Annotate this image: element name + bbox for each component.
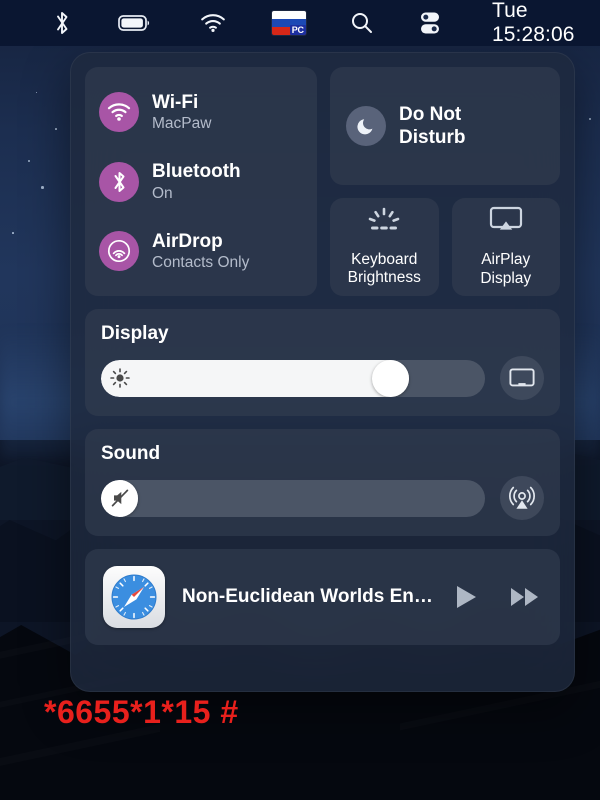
control-center-top-row: Wi-Fi MacPaw Bluetooth On AirDrop Contac…	[85, 67, 560, 297]
toggle-subtitle: Contacts Only	[152, 254, 250, 272]
airdrop-icon	[99, 231, 139, 272]
toggle-subtitle: MacPaw	[152, 114, 212, 132]
toggle-bluetooth[interactable]: Bluetooth On	[99, 153, 303, 211]
dnd-line-1: Do Not	[399, 103, 462, 125]
control-center-panel: Wi-Fi MacPaw Bluetooth On AirDrop Contac…	[70, 52, 575, 692]
overlay-code-text: *6655*1*15 #	[44, 694, 239, 730]
quick-tiles-row: Keyboard Brightness AirPlay Display	[330, 198, 560, 297]
bluetooth-icon	[99, 161, 139, 202]
do-not-disturb-card[interactable]: Do Not Disturb	[330, 67, 560, 185]
star	[28, 160, 30, 162]
wifi-icon[interactable]	[196, 0, 230, 46]
toggle-title: Bluetooth	[152, 161, 241, 183]
search-icon[interactable]	[346, 0, 378, 46]
control-center-right-column: Do Not Disturb Keyboard Brightness AirPl…	[330, 67, 560, 297]
airplay-display-tile[interactable]: AirPlay Display	[451, 198, 560, 297]
tile-line-1: AirPlay	[481, 251, 531, 268]
star	[12, 232, 14, 234]
menu-bar: РС Tue 15:28:06	[0, 0, 600, 46]
speaker-mute-icon	[111, 489, 128, 507]
flag-stripe-white	[272, 11, 306, 19]
input-source-label: РС	[289, 25, 306, 35]
toggle-subtitle: On	[152, 184, 173, 202]
tile-line-2: Brightness	[347, 269, 421, 287]
sound-volume-slider[interactable]	[101, 479, 485, 517]
moon-icon	[346, 106, 386, 146]
fast-forward-button[interactable]	[508, 580, 542, 614]
bluetooth-icon[interactable]	[48, 0, 76, 46]
connectivity-card: Wi-Fi MacPaw Bluetooth On AirDrop Contac…	[85, 67, 317, 297]
tile-line-1: Keyboard	[351, 250, 418, 268]
control-center-icon[interactable]	[414, 0, 446, 46]
battery-icon[interactable]	[114, 0, 156, 46]
fast-forward-icon	[511, 588, 538, 607]
star	[41, 186, 44, 189]
sound-card: Sound	[85, 429, 560, 537]
play-icon	[457, 586, 476, 609]
now-playing-title: Non-Euclidean Worlds En…	[182, 586, 432, 608]
display-card: Display	[85, 309, 560, 417]
display-brightness-slider[interactable]	[101, 359, 485, 397]
screen-mirroring-icon	[509, 368, 535, 387]
toggle-airdrop[interactable]: AirDrop Contacts Only	[99, 222, 303, 280]
tile-line-2: Display	[480, 269, 532, 287]
toggle-title: AirDrop	[152, 230, 223, 252]
play-button[interactable]	[449, 580, 483, 614]
brightness-icon	[110, 368, 130, 388]
menubar-clock[interactable]: Tue 15:28:06	[492, 0, 600, 47]
toggle-wifi[interactable]: Wi-Fi MacPaw	[99, 83, 303, 141]
slider-knob[interactable]	[371, 359, 409, 397]
airplay-audio-icon	[509, 486, 535, 509]
safari-icon[interactable]	[103, 566, 165, 629]
sound-title: Sound	[101, 443, 161, 465]
now-playing-card: Non-Euclidean Worlds En…	[85, 549, 560, 646]
input-source-flag-icon[interactable]: РС	[268, 0, 310, 46]
wifi-icon	[99, 92, 139, 132]
airplay-display-label: AirPlay Display	[480, 251, 531, 288]
toggle-title: Wi-Fi	[152, 91, 199, 113]
screen-mirroring-button[interactable]	[500, 356, 544, 401]
keyboard-brightness-icon	[367, 207, 401, 238]
slider-fill	[101, 359, 409, 397]
keyboard-brightness-tile[interactable]: Keyboard Brightness	[330, 198, 439, 297]
star	[589, 118, 591, 120]
airplay-audio-button[interactable]	[500, 476, 544, 521]
star	[55, 128, 57, 130]
keyboard-brightness-label: Keyboard Brightness	[348, 251, 421, 288]
do-not-disturb-label: Do Not Disturb	[399, 103, 466, 149]
dnd-line-2: Disturb	[399, 127, 466, 148]
airplay-display-icon	[489, 206, 523, 238]
display-title: Display	[101, 323, 169, 345]
